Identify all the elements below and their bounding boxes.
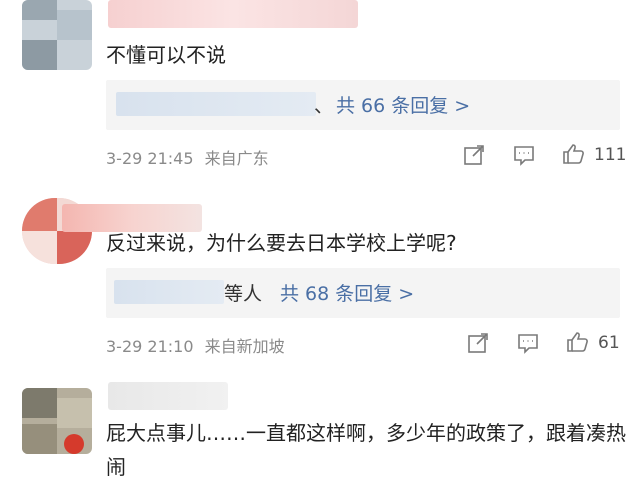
like-count: 61 [598, 333, 620, 353]
username-blurred[interactable] [108, 0, 358, 28]
thumbs-up-icon[interactable] [566, 330, 590, 354]
share-icon[interactable] [466, 331, 490, 355]
comment-item: 屁大点事儿……一直都这样啊，多少年的政策了，跟着凑热闹 [0, 380, 640, 482]
like-count: 111 [594, 145, 627, 165]
replies-preview[interactable]: 、 共 66 条回复 > [106, 80, 620, 130]
replies-preview[interactable]: 等人 共 68 条回复 > [106, 268, 620, 318]
timestamp: 3-29 21:45 [106, 149, 194, 168]
comment-icon[interactable] [512, 143, 536, 167]
comment-text: 不懂可以不说 [106, 43, 226, 67]
avatar[interactable] [22, 0, 92, 70]
replies-suffix: 等人 [224, 283, 263, 305]
comment-text: 反过来说，为什么要去日本学校上学呢? [106, 231, 457, 255]
comment-item: 不懂可以不说 、 共 66 条回复 > 3-29 21:45 来自广东 111 [0, 0, 640, 180]
username-blurred[interactable] [108, 382, 228, 410]
comment-meta: 3-29 21:10 来自新加坡 [106, 333, 285, 357]
location: 来自广东 [204, 149, 269, 168]
replier-names-blurred [116, 92, 316, 116]
comment-meta: 3-29 21:45 来自广东 [106, 145, 269, 169]
share-icon[interactable] [462, 143, 486, 167]
location: 来自新加坡 [204, 337, 285, 356]
replies-suffix: 、 [314, 95, 334, 117]
avatar[interactable] [22, 388, 92, 454]
comment-item: 反过来说，为什么要去日本学校上学呢? 等人 共 68 条回复 > 3-29 21… [0, 190, 640, 370]
thumbs-up-icon[interactable] [562, 142, 586, 166]
view-replies-link[interactable]: 共 68 条回复 > [280, 279, 414, 306]
timestamp: 3-29 21:10 [106, 337, 194, 356]
comment-icon[interactable] [516, 331, 540, 355]
comment-text: 屁大点事儿……一直都这样啊，多少年的政策了，跟着凑热闹 [106, 421, 626, 479]
replier-names-blurred [114, 280, 224, 304]
view-replies-link[interactable]: 共 66 条回复 > [336, 91, 470, 118]
